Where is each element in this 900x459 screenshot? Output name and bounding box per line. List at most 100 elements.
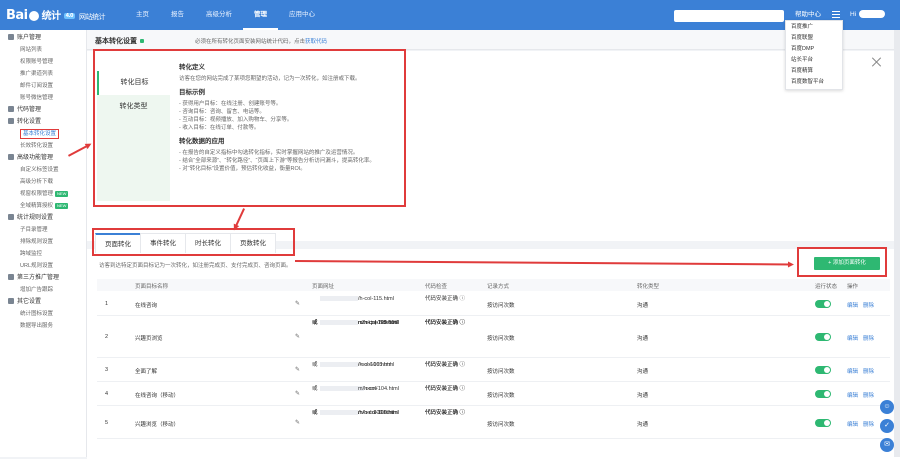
sidebar-item-6-0[interactable]: 统计图标设置 (0, 308, 86, 320)
nav-item-4[interactable]: 应用中心 (278, 0, 326, 30)
edit-link[interactable]: 编辑 (847, 391, 858, 399)
check-icon[interactable]: ✓ (880, 419, 894, 433)
sidebar-item-6-1[interactable]: 数据导出服务 (0, 320, 86, 332)
help-menu-item-5[interactable]: 百度数智平台 (786, 77, 842, 88)
url-prefix: 或 (312, 386, 318, 392)
delete-link[interactable]: 删除 (863, 367, 874, 375)
version-tag: 4.0 (63, 12, 75, 19)
sidebar-item-0-2[interactable]: 推广渠道列表 (0, 68, 86, 80)
add-page-conversion-button[interactable]: + 添加页面转化 (814, 257, 880, 270)
sidebar-item-0-1[interactable]: 权限账号管理 (0, 56, 86, 68)
sidebar-group-4[interactable]: 统计规则设置 (0, 212, 86, 224)
sidebar-group-2[interactable]: 转化设置 (0, 116, 86, 128)
site-selector[interactable] (674, 10, 784, 22)
info-icon[interactable]: ⓘ (458, 410, 466, 416)
sidebar-item-4-1[interactable]: 排除规则设置 (0, 236, 86, 248)
page-url: /h-col-115.html (358, 296, 394, 302)
info-icon[interactable]: ⓘ (458, 296, 466, 302)
sidebar-item-label: 基本转化设置 (20, 129, 60, 139)
edit-link[interactable]: 编辑 (847, 420, 858, 428)
sidebar-item-4-3[interactable]: URL规则设置 (0, 260, 86, 272)
help-menu-item-3[interactable]: 站长平台 (786, 55, 842, 66)
column-header-0: 页面目标名称 (135, 284, 169, 290)
info-icon[interactable]: ⓘ (458, 362, 466, 368)
status-toggle[interactable] (815, 300, 831, 308)
url-line: 或 /-col-106.html (312, 361, 391, 370)
edit-link[interactable]: 编辑 (847, 367, 858, 375)
record-mode: 按访问次数 (487, 303, 515, 309)
logo-cn: 统计 (41, 11, 62, 22)
nav-item-2[interactable]: 高级分析 (195, 0, 243, 30)
sidebar-group-label: 代码管理 (17, 107, 42, 113)
row-index: 4 (105, 391, 109, 397)
sidebar-group-5[interactable]: 第三方推广管理 (0, 272, 86, 284)
new-badge: NEW (55, 203, 69, 209)
baidu-tongji-logo[interactable]: Bai 统计 4.0 网站统计 (6, 7, 106, 23)
sidebar-group-0[interactable]: 账户管理 (0, 32, 86, 44)
goal-name: 兴趣浏览（移动） (135, 421, 180, 428)
chat-icon[interactable]: ✉ (880, 438, 894, 452)
status-toggle[interactable] (815, 390, 831, 398)
sidebar-item-0-3[interactable]: 邮件订阅设置 (0, 80, 86, 92)
info-icon[interactable]: ⓘ (458, 320, 466, 326)
greeting: Hi (850, 11, 857, 18)
page-url: m/h-col-105.html (358, 320, 399, 326)
table-row: 3 全面了解 ✎/h-col-105.html 或/-col-106.html 代码安装… (97, 358, 890, 382)
sidebar-item-3-3[interactable]: 全域精算授权 NEW (0, 200, 86, 212)
sidebar-item-2-0[interactable]: 基本转化设置 (0, 128, 86, 140)
feedback-icon[interactable]: ☺ (880, 400, 894, 414)
page-scrollbar[interactable] (894, 30, 900, 457)
funnel-icon (8, 118, 14, 125)
conversion-type: 沟通 (637, 421, 649, 428)
sidebar-item-3-1[interactable]: 高级分析下载 (0, 176, 86, 188)
sidebar-item-5-0[interactable]: 增加广告跟踪 (0, 284, 86, 296)
status-toggle[interactable] (815, 333, 831, 341)
sidebar-item-3-2[interactable]: 视窗权限管理 NEW (0, 188, 86, 200)
nav-item-3[interactable]: 管理 (243, 0, 278, 30)
column-header-4: 转化类型 (637, 284, 660, 290)
sidebar-item-label: URL规则设置 (20, 263, 54, 269)
info-icon[interactable]: ⓘ (458, 386, 466, 392)
record-mode: 按访问次数 (487, 336, 515, 342)
code-check-status: 代码安装正确 (425, 362, 459, 368)
delete-link[interactable]: 删除 (863, 391, 874, 399)
sidebar-group-1[interactable]: 代码管理 (0, 104, 86, 116)
help-menu-item-2[interactable]: 百度DMP (786, 44, 842, 55)
column-header-1: 页面网址 (312, 284, 335, 290)
nav-item-0[interactable]: 主页 (125, 0, 160, 30)
status-toggle[interactable] (815, 418, 831, 427)
record-mode: 按访问次数 (487, 393, 515, 399)
redacted-url (320, 362, 358, 368)
user-menu[interactable]: Hi (850, 0, 886, 30)
conversion-type: 沟通 (637, 393, 649, 399)
edit-link[interactable]: 编辑 (847, 301, 858, 309)
table-row: 5 兴趣浏览（移动） ✎ m/h-col-109.html 或 m/h-col-110.h… (97, 406, 890, 439)
nav-item-1[interactable]: 报告 (160, 0, 195, 30)
get-code-link[interactable]: 获取代码 (305, 39, 327, 45)
edit-name-icon[interactable]: ✎ (295, 390, 300, 397)
column-header-6: 操作 (847, 284, 859, 290)
help-menu-item-1[interactable]: 百度联盟 (786, 33, 842, 44)
edit-name-icon[interactable]: ✎ (295, 300, 300, 307)
delete-link[interactable]: 删除 (863, 334, 874, 342)
sidebar-item-4-2[interactable]: 跨域监控 (0, 248, 86, 260)
sidebar-item-4-0[interactable]: 子目录管理 (0, 224, 86, 236)
edit-name-icon[interactable]: ✎ (295, 366, 300, 373)
sidebar-item-0-4[interactable]: 账号微信管理 (0, 92, 86, 104)
help-menu-item-4[interactable]: 百度精算 (786, 66, 842, 77)
edit-name-icon[interactable]: ✎ (295, 419, 300, 426)
sidebar-item-3-0[interactable]: 自定义标签设置 (0, 164, 86, 176)
sidebar-group-6[interactable]: 其它设置 (0, 296, 86, 308)
sidebar-item-2-1[interactable]: 长效转化设置 (0, 140, 86, 152)
help-menu-item-0[interactable]: 百度推广 (786, 22, 842, 33)
delete-link[interactable]: 删除 (863, 420, 874, 428)
status-toggle[interactable] (815, 366, 831, 374)
edit-link[interactable]: 编辑 (847, 334, 858, 342)
sidebar-item-0-0[interactable]: 网站列表 (0, 44, 86, 56)
close-icon[interactable] (872, 57, 882, 67)
edit-name-icon[interactable]: ✎ (295, 333, 300, 340)
sidebar-item-label: 网站列表 (20, 47, 43, 53)
menu-list-icon[interactable] (832, 11, 840, 18)
delete-link[interactable]: 删除 (863, 301, 874, 309)
annotation-box-tabs (92, 228, 295, 256)
